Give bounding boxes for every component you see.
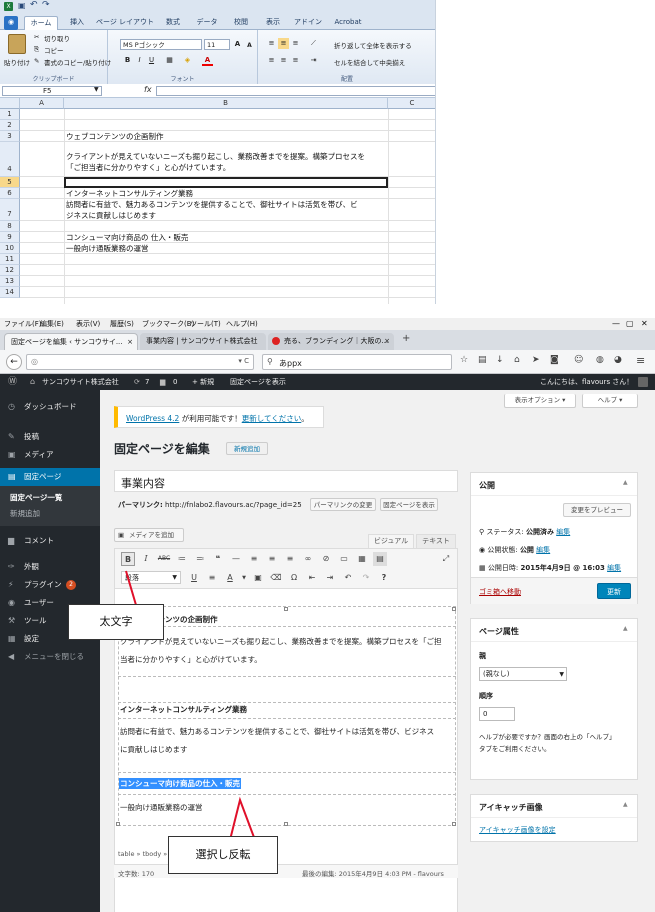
- callout-bold: 太文字: [68, 604, 164, 640]
- callout-select: 選択し反転: [168, 836, 278, 874]
- annotation-lines: [125, 570, 259, 849]
- callout-line-bold: [125, 570, 158, 606]
